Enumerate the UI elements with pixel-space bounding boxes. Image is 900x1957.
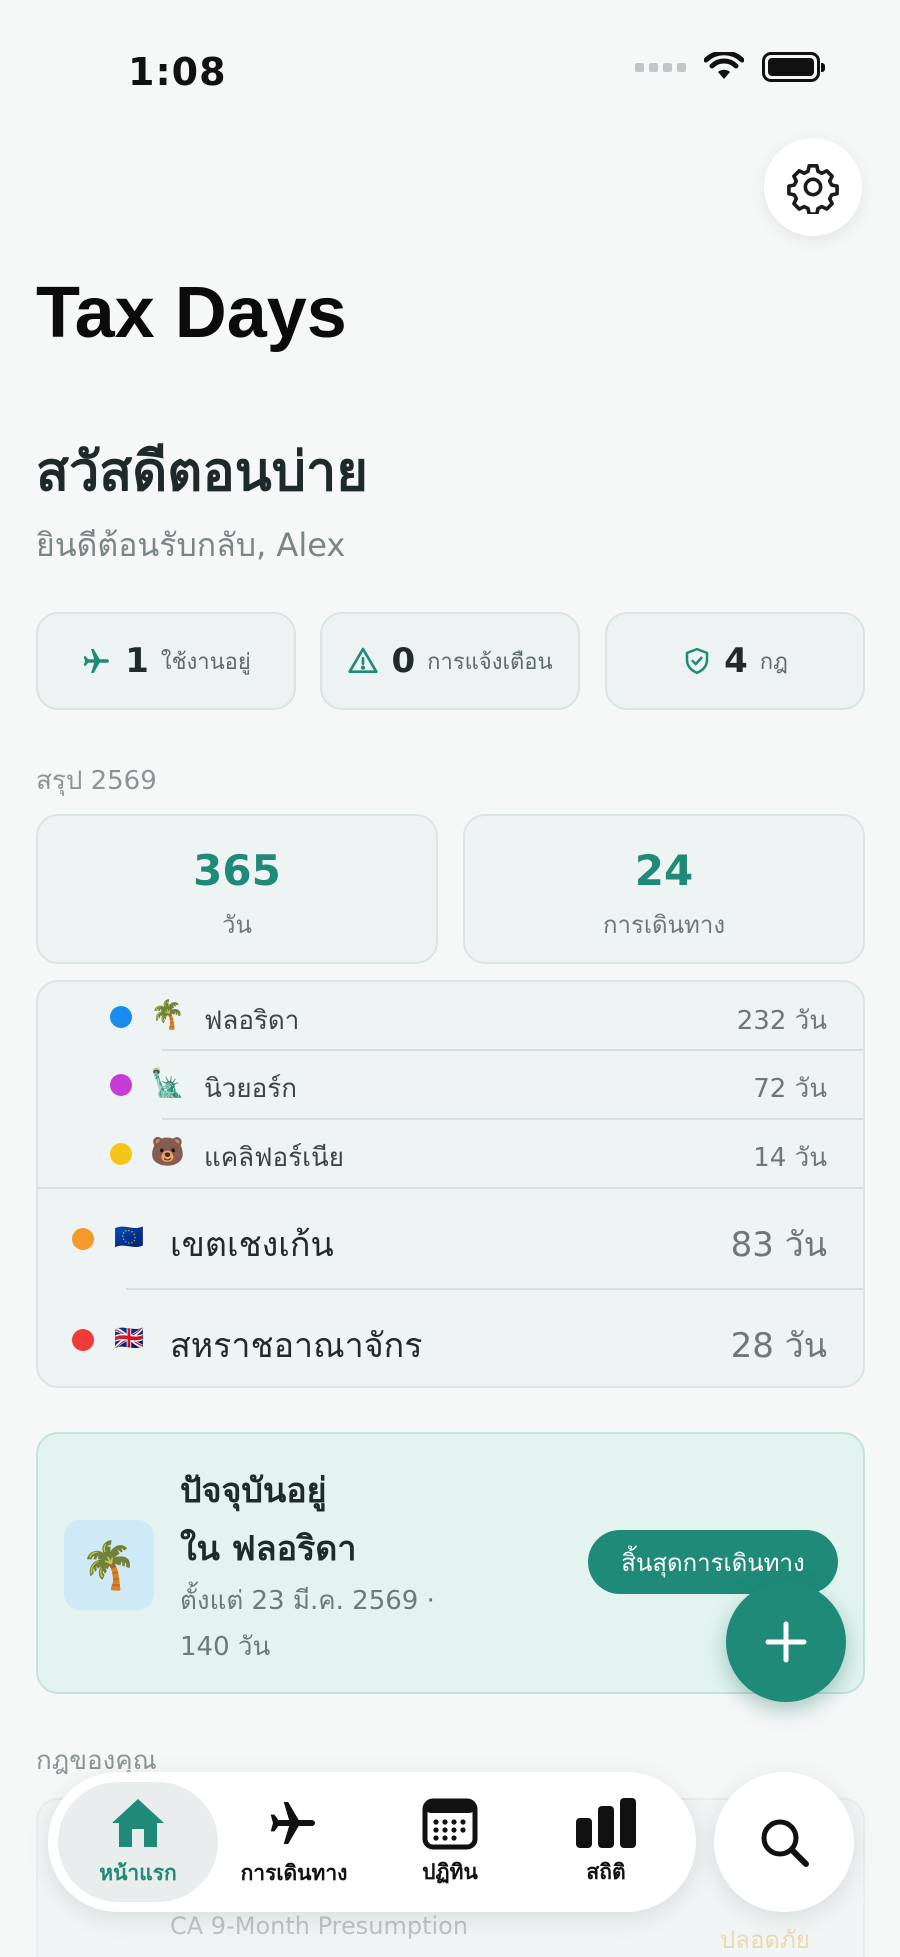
current-duration: 140 วัน bbox=[180, 1632, 271, 1662]
welcome-text: ยินดีต้อนรับกลับ, Alex bbox=[36, 526, 346, 564]
location-row-uk[interactable]: 🇬🇧 สหราชอาณาจักร 28 วัน bbox=[38, 1290, 863, 1390]
shield-check-icon bbox=[685, 647, 709, 675]
signal-icon bbox=[635, 62, 686, 72]
calendar-icon bbox=[422, 1798, 478, 1849]
location-row-new-york[interactable]: 🗽 นิวยอร์ก 72 วัน bbox=[38, 1051, 863, 1120]
airplane-icon bbox=[83, 649, 110, 673]
location-row-california[interactable]: 🐻 แคลิฟอร์เนีย 14 วัน bbox=[38, 1120, 863, 1189]
current-line-2: ใน ฟลอริดา bbox=[180, 1529, 357, 1569]
location-days: 14 วัน bbox=[753, 1143, 827, 1173]
current-location-subtitle: ตั้งแต่ 23 มี.ค. 2569 · 140 วัน bbox=[180, 1578, 435, 1670]
days-summary-card[interactable]: 365 วัน bbox=[36, 814, 438, 964]
trips-label: การเดินทาง bbox=[602, 911, 726, 939]
current-line-1: ปัจจุบันอยู่ bbox=[180, 1471, 327, 1511]
palm-tree-icon: 🌴 bbox=[80, 1537, 138, 1592]
trips-value: 24 bbox=[634, 846, 694, 895]
location-color-dot bbox=[110, 1143, 132, 1165]
gear-icon bbox=[787, 164, 839, 214]
status-time: 1:08 bbox=[128, 50, 227, 94]
location-row-florida[interactable]: 🌴 ฟลอริดา 232 วัน bbox=[38, 982, 863, 1051]
rule-subtitle: CA 9-Month Presumption bbox=[170, 1912, 469, 1940]
location-row-schengen[interactable]: 🇪🇺 เขตเชงเก้น 83 วัน bbox=[38, 1189, 863, 1290]
settings-button[interactable] bbox=[764, 138, 862, 236]
palm-tree-icon: 🌴 bbox=[150, 998, 185, 1031]
battery-icon bbox=[762, 52, 825, 82]
current-location-badge: 🌴 bbox=[64, 1520, 154, 1610]
eu-flag-icon: 🇪🇺 bbox=[114, 1223, 144, 1251]
active-trips-chip[interactable]: 1 ใช้งานอยู่ bbox=[36, 612, 296, 710]
location-name: ฟลอริดา bbox=[204, 1006, 300, 1036]
search-icon bbox=[761, 1819, 809, 1867]
wifi-icon bbox=[704, 52, 744, 79]
tab-calendar[interactable]: ปฏิทิน bbox=[370, 1782, 530, 1902]
statue-of-liberty-icon: 🗽 bbox=[150, 1066, 185, 1099]
page-title: Tax Days bbox=[36, 273, 347, 353]
location-name: เขตเชงเก้น bbox=[170, 1225, 334, 1265]
chip-count: 0 bbox=[391, 641, 416, 681]
search-button[interactable] bbox=[714, 1772, 854, 1912]
tab-trips[interactable]: การเดินทาง bbox=[214, 1782, 374, 1902]
chip-count: 1 bbox=[125, 641, 149, 681]
location-days: 232 วัน bbox=[736, 1006, 827, 1036]
tab-label: สถิติ bbox=[586, 1859, 626, 1884]
home-icon bbox=[112, 1798, 164, 1847]
airplane-icon bbox=[270, 1801, 315, 1844]
location-color-dot bbox=[110, 1074, 132, 1096]
current-since: ตั้งแต่ 23 มี.ค. 2569 · bbox=[180, 1586, 435, 1616]
location-name: นิวยอร์ก bbox=[204, 1074, 297, 1104]
tab-bar: หน้าแรก การเดินทาง ปฏิทิน สถิติ bbox=[48, 1772, 696, 1912]
location-color-dot bbox=[72, 1228, 94, 1250]
days-label: วัน bbox=[222, 911, 252, 939]
bear-icon: 🐻 bbox=[150, 1135, 185, 1168]
chip-count: 4 bbox=[724, 641, 748, 681]
location-days: 83 วัน bbox=[730, 1225, 827, 1265]
location-color-dot bbox=[110, 1006, 132, 1028]
days-value: 365 bbox=[193, 846, 281, 895]
location-color-dot bbox=[72, 1329, 94, 1351]
plus-icon bbox=[765, 1621, 807, 1663]
add-trip-button[interactable] bbox=[726, 1582, 846, 1702]
alerts-chip[interactable]: 0 การแจ้งเตือน bbox=[320, 612, 580, 710]
greeting-headline: สวัสดีตอนบ่าย bbox=[36, 440, 368, 503]
location-days: 28 วัน bbox=[730, 1326, 827, 1366]
location-name: แคลิฟอร์เนีย bbox=[204, 1143, 344, 1173]
warning-icon bbox=[348, 647, 379, 673]
location-days: 72 วัน bbox=[753, 1074, 827, 1104]
location-list: 🌴 ฟลอริดา 232 วัน 🗽 นิวยอร์ก 72 วัน 🐻 แค… bbox=[36, 980, 865, 1388]
location-name: สหราชอาณาจักร bbox=[170, 1326, 423, 1366]
chip-label: กฎ bbox=[759, 649, 788, 675]
tab-stats[interactable]: สถิติ bbox=[526, 1782, 686, 1902]
trips-summary-card[interactable]: 24 การเดินทาง bbox=[463, 814, 865, 964]
bar-chart-icon bbox=[576, 1797, 636, 1848]
rules-chip[interactable]: 4 กฎ bbox=[605, 612, 865, 710]
tab-home[interactable]: หน้าแรก bbox=[58, 1782, 218, 1902]
uk-flag-icon: 🇬🇧 bbox=[114, 1324, 144, 1352]
tab-label: หน้าแรก bbox=[99, 1860, 177, 1885]
rule-status-badge: ปลอดภัย bbox=[720, 1926, 810, 1954]
chip-label: ใช้งานอยู่ bbox=[160, 649, 251, 675]
summary-label: สรุป 2569 bbox=[36, 766, 157, 796]
current-location-title: ปัจจุบันอยู่ ใน ฟลอริดา bbox=[180, 1462, 356, 1578]
tab-label: ปฏิทิน bbox=[422, 1859, 478, 1884]
tab-label: การเดินทาง bbox=[240, 1860, 348, 1885]
chip-label: การแจ้งเตือน bbox=[427, 649, 553, 675]
status-icons bbox=[635, 52, 825, 82]
